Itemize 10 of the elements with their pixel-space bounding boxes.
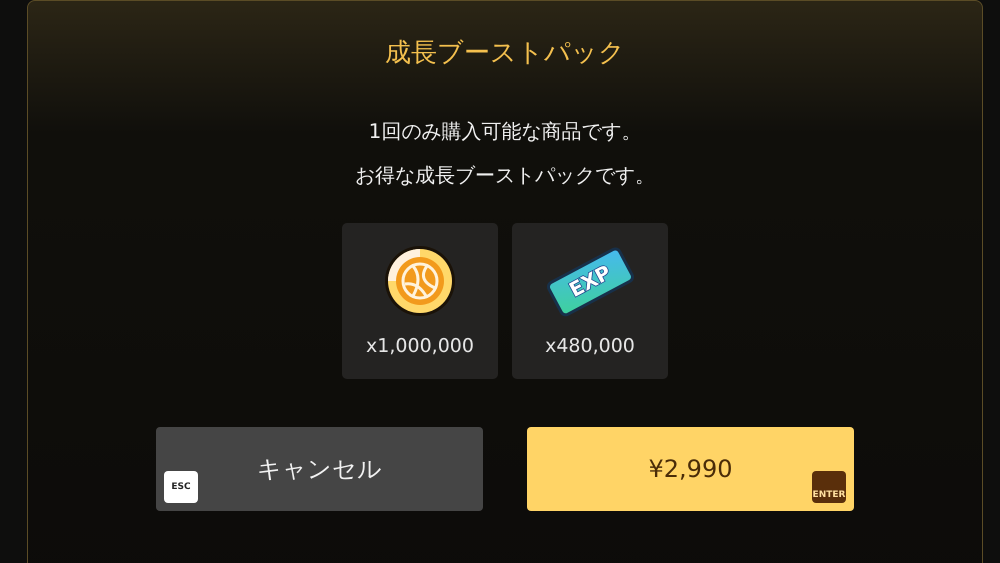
message-text: お得な成長ブーストパックです。 (355, 162, 655, 189)
purchase-button[interactable]: ¥2,990 ENTER (527, 427, 854, 511)
key-hint: ENTER (812, 471, 846, 503)
cancel-button[interactable]: キャンセル ESC (156, 427, 483, 511)
message-text: 1回のみ購入可能な商品です。 (368, 118, 642, 145)
volleyball-coin-icon (383, 244, 457, 318)
quantity-text: x1,000,000 (366, 334, 474, 359)
quantity-text: x480,000 (545, 334, 635, 359)
key-hint: ESC (164, 471, 198, 503)
dialog-title: 成長ブーストパック (385, 37, 625, 70)
